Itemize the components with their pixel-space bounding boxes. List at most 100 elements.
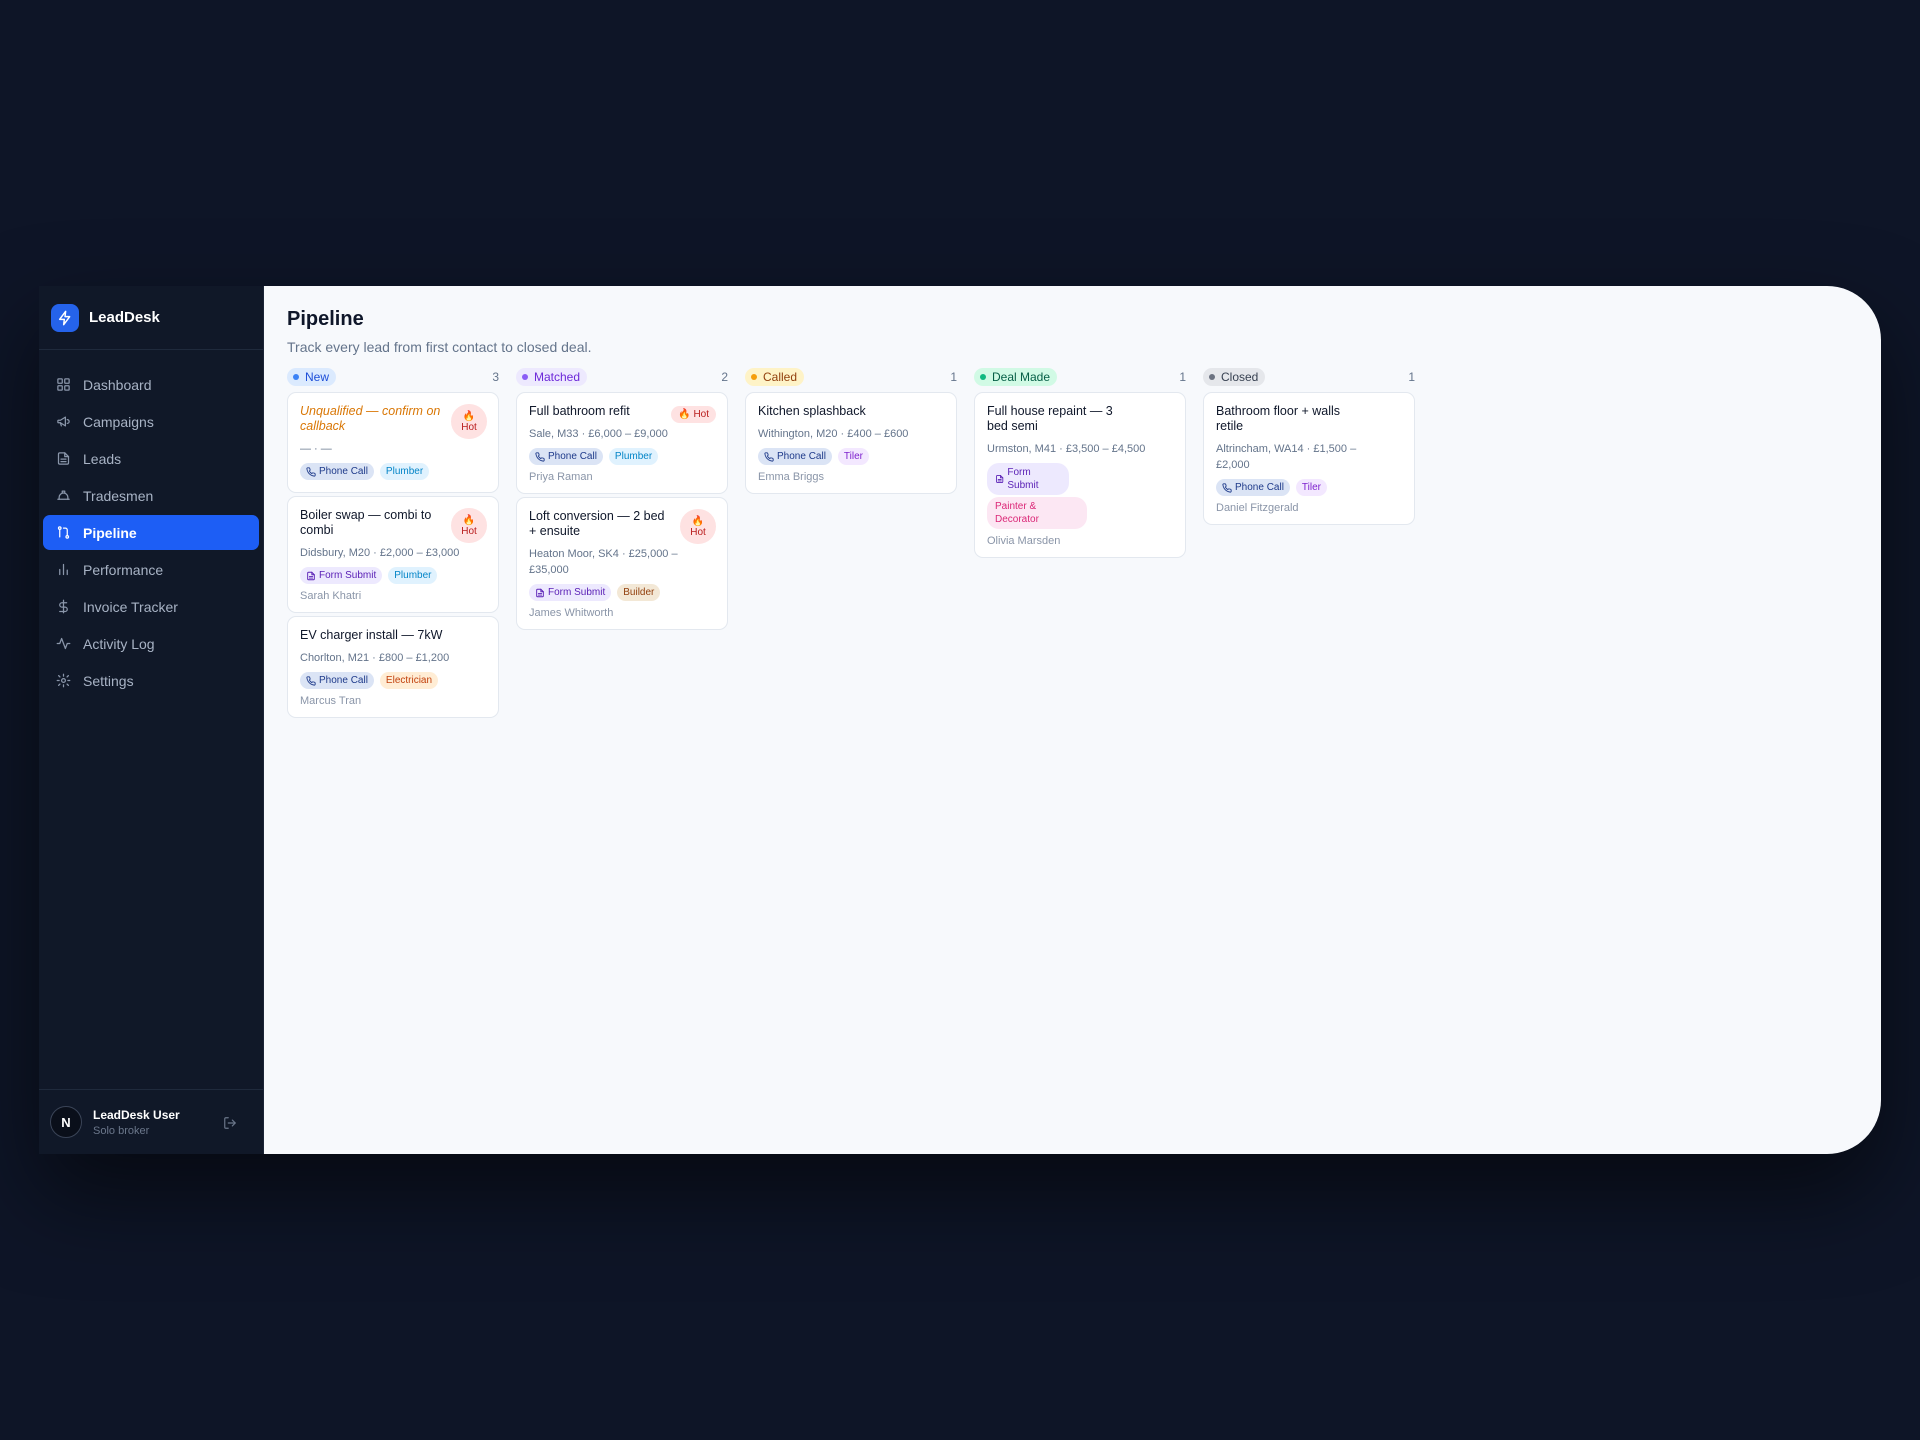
trade-tag: Painter & Decorator: [987, 497, 1087, 529]
tag-label: Plumber: [614, 451, 653, 462]
tradesman-name: Olivia Marsden: [987, 535, 1061, 547]
tag-label: Form Submit: [1007, 467, 1039, 491]
source-tag: Phone Call: [300, 463, 374, 480]
hard-hat-icon: [55, 488, 71, 504]
source-tag: Phone Call: [529, 448, 603, 465]
tag-label: Plumber: [394, 570, 432, 581]
page-subtitle: Track every lead from first contact to c…: [287, 339, 592, 355]
tag-label: Phone Call: [319, 466, 368, 477]
tag-label: Builder: [623, 587, 655, 598]
gear-icon: [55, 673, 71, 689]
sidebar-item-invoice-tracker[interactable]: Invoice Tracker: [43, 589, 259, 624]
sidebar-item-label: Activity Log: [83, 635, 155, 652]
stage-badge: Deal Made: [974, 368, 1058, 386]
logout-icon[interactable]: [223, 1116, 237, 1130]
lead-title: EV charger install — 7kW: [300, 628, 443, 642]
source-tag: Phone Call: [1216, 479, 1290, 496]
page-title: Pipeline: [287, 308, 364, 330]
stage-label: Deal Made: [992, 370, 1051, 384]
lead-title: Full house repaint — 3 bed semi: [987, 404, 1113, 433]
tag-label: Phone Call: [548, 451, 597, 462]
user-name: LeadDesk User: [93, 1107, 180, 1122]
sidebar: LeadDesk Dashboard Campaigns Leads Tradesme…: [39, 286, 264, 1154]
tag-label: Tiler: [843, 451, 863, 462]
document-icon: [55, 451, 71, 467]
tradesman-name: Daniel Fitzgerald: [1216, 502, 1299, 514]
lead-tags: Phone Call Tiler: [1216, 479, 1403, 498]
tag-label: Form Submit: [319, 570, 377, 581]
trade-tag: Plumber: [379, 463, 430, 480]
stage-label: Matched: [534, 370, 581, 384]
sidebar-item-campaigns[interactable]: Campaigns: [43, 404, 259, 439]
tradesman-name: Emma Briggs: [758, 471, 825, 483]
lead-location-budget: Sale, M33 · £6,000 – £9,000: [529, 428, 668, 440]
trade-tag: Tiler: [1295, 479, 1327, 496]
pipeline-board: New 3 Unqualified — confirm on callback 🔥 Ho…: [287, 368, 1881, 721]
form-icon: [307, 571, 315, 580]
tradesman-name: Sarah Khatri: [300, 590, 362, 602]
sidebar-item-tradesmen[interactable]: Tradesmen: [43, 478, 259, 513]
lead-card[interactable]: Bathroom floor + walls retile Altrincham,…: [1203, 392, 1415, 525]
phone-icon: [535, 451, 545, 462]
hot-label: Hot: [461, 525, 477, 537]
sidebar-item-pipeline[interactable]: Pipeline: [43, 515, 259, 550]
stage-badge: Closed: [1203, 368, 1266, 386]
sidebar-item-performance[interactable]: Performance: [43, 552, 259, 587]
column-header: Closed 1: [1203, 368, 1415, 386]
column-header: Deal Made 1: [974, 368, 1186, 386]
lightning-icon: [51, 303, 79, 332]
trade-tag: Electrician: [379, 672, 439, 689]
lead-title: Kitchen splashback: [758, 404, 866, 418]
sidebar-item-activity-log[interactable]: Activity Log: [43, 626, 259, 661]
trade-tag: Builder: [617, 584, 661, 601]
lead-tags: Form Submit Builder: [529, 584, 716, 603]
column-deal-made: Deal Made 1 Full house repaint — 3 bed sem…: [974, 368, 1186, 721]
stage-badge: Matched: [516, 368, 588, 386]
lead-card[interactable]: Boiler swap — combi to combi 🔥 Hot Didsbury…: [287, 496, 499, 613]
column-header: New 3: [287, 368, 499, 386]
lead-card[interactable]: Full house repaint — 3 bed semi Urmston, …: [974, 392, 1186, 558]
lead-card[interactable]: Kitchen splashback Withington, M20 · £400…: [745, 392, 957, 494]
hot-label: Hot: [690, 526, 706, 538]
tag-label: Electrician: [385, 675, 433, 686]
flame-icon: 🔥: [462, 410, 476, 422]
sidebar-item-settings[interactable]: Settings: [43, 663, 259, 698]
sidebar-item-label: Settings: [83, 672, 134, 689]
sidebar-item-label: Campaigns: [83, 413, 154, 430]
lead-tags: Phone Call Plumber: [300, 463, 487, 482]
grid-icon: [55, 377, 71, 393]
app-name: LeadDesk: [89, 309, 160, 326]
lead-card[interactable]: Unqualified — confirm on callback 🔥 Hot — ·…: [287, 392, 499, 493]
brand[interactable]: LeadDesk: [39, 286, 263, 350]
stage-label: Called: [763, 370, 798, 384]
lead-location-budget: Altrincham, WA14 · £1,500 – £2,000: [1216, 443, 1357, 471]
column-matched: Matched 2 Full bathroom refit 🔥 Hot Sale, M3…: [516, 368, 728, 721]
tag-label: Phone Call: [1235, 482, 1284, 493]
tag-label: Plumber: [385, 466, 424, 477]
lead-location-budget: Urmston, M41 · £3,500 – £4,500: [987, 443, 1146, 455]
column-header: Called 1: [745, 368, 957, 386]
lead-card[interactable]: Loft conversion — 2 bed + ensuite 🔥 Hot Hea…: [516, 497, 728, 630]
user-info: LeadDesk User Solo broker: [93, 1108, 180, 1137]
stage-badge: New: [287, 368, 337, 386]
stage-dot-icon: [1209, 374, 1215, 380]
sidebar-item-label: Invoice Tracker: [83, 598, 178, 615]
lead-location-budget: Didsbury, M20 · £2,000 – £3,000: [300, 547, 460, 559]
main-content: Pipeline Track every lead from first con…: [264, 286, 1881, 1154]
sidebar-item-dashboard[interactable]: Dashboard: [43, 367, 259, 402]
lead-card[interactable]: EV charger install — 7kW Chorlton, M21 · …: [287, 616, 499, 718]
phone-icon: [306, 675, 316, 686]
stage-count: 1: [950, 370, 957, 384]
stage-label: New: [305, 370, 330, 384]
tag-label: Form Submit: [548, 587, 606, 598]
activity-icon: [55, 636, 71, 652]
avatar[interactable]: N: [50, 1106, 82, 1138]
app-window: LeadDesk Dashboard Campaigns Leads Tradesme…: [39, 286, 1881, 1154]
lead-card[interactable]: Full bathroom refit 🔥 Hot Sale, M33 · £6,0…: [516, 392, 728, 494]
bar-chart-icon: [55, 562, 71, 578]
stage-count: 2: [721, 370, 728, 384]
lead-tags: Phone Call Plumber: [529, 448, 716, 467]
flame-icon: 🔥: [691, 515, 705, 527]
sidebar-item-leads[interactable]: Leads: [43, 441, 259, 476]
trade-tag: Plumber: [388, 567, 438, 584]
